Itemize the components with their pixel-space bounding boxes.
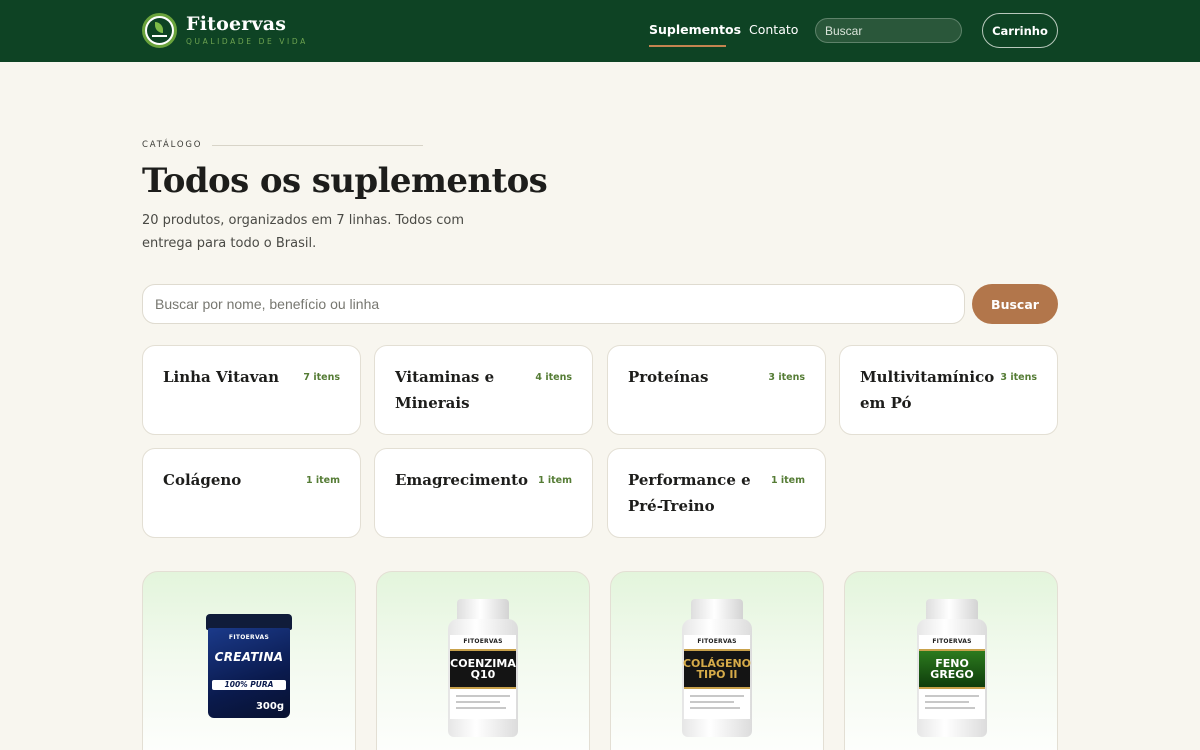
leaf-icon [147, 18, 172, 43]
category-name: Vitaminas e Minerais [395, 368, 495, 412]
product-image-coenzima-q10: FITOERVAS COENZIMA Q10 [448, 599, 518, 737]
product-label: COENZIMA Q10 [450, 649, 516, 689]
category-count: 3 itens [768, 372, 805, 383]
category-card-linha-vitavan[interactable]: Linha Vitavan 7 itens [142, 345, 361, 435]
catalog-search-button[interactable]: Buscar [972, 284, 1058, 324]
category-card-performance-e-pre-treino[interactable]: Performance e Pré-Treino 1 item [607, 448, 826, 538]
page-title: Todos os suplementos [142, 161, 548, 201]
category-name: Linha Vitavan [163, 368, 280, 386]
catalog-search-input[interactable] [142, 284, 965, 324]
label-fineprint [925, 701, 969, 703]
top-header: Fitoervas QUALIDADE DE VIDA Suplementos … [0, 0, 1200, 62]
product-weight: 300g [255, 701, 284, 712]
label-fineprint [456, 695, 510, 697]
brand-name[interactable]: Fitoervas [186, 13, 286, 35]
bottle-cap [691, 599, 743, 621]
category-count: 1 item [770, 475, 805, 486]
page-description: 20 produtos, organizados em 7 linhas. To… [142, 213, 465, 251]
label-fineprint [925, 707, 975, 709]
product-label: COLÁGENO TIPO II [683, 649, 751, 689]
category-card-vitaminas-e-minerais[interactable]: Vitaminas e Minerais 4 itens [374, 345, 593, 435]
product-label: FENO GREGO [919, 649, 985, 689]
nav-contato[interactable]: Contato [749, 22, 798, 37]
label-fineprint [456, 707, 506, 709]
product-card[interactable]: FITOERVAS COENZIMA Q10 [376, 571, 590, 750]
category-name: Multivitamínico em Pó [860, 368, 995, 412]
category-name: Colágeno [163, 471, 242, 489]
product-brand: FITOERVAS [697, 638, 737, 645]
bottle-label: FITOERVAS FENO GREGO [919, 635, 985, 719]
category-card-emagrecimento[interactable]: Emagrecimento 1 item [374, 448, 593, 538]
label-fineprint [690, 707, 740, 709]
category-card-multivitaminico-em-po[interactable]: Multivitamínico em Pó 3 itens [839, 345, 1058, 435]
label-fineprint [690, 695, 744, 697]
category-card-proteinas[interactable]: Proteínas 3 itens [607, 345, 826, 435]
bottle-label: FITOERVAS COLÁGENO TIPO II [683, 635, 751, 719]
bottle-body: FITOERVAS FENO GREGO [917, 619, 987, 737]
product-image-colageno-tipo-ii: FITOERVAS COLÁGENO TIPO II [682, 599, 752, 737]
bottle-cap [926, 599, 978, 621]
nav-active-indicator [649, 45, 726, 47]
brand-tagline: QUALIDADE DE VIDA [186, 37, 308, 46]
section-eyebrow: CATÁLOGO [142, 140, 203, 150]
product-brand: FITOERVAS [463, 638, 503, 645]
category-name: Emagrecimento [395, 471, 529, 489]
product-card[interactable]: FITOERVAS FENO GREGO [844, 571, 1058, 750]
nav-suplementos[interactable]: Suplementos [649, 22, 741, 37]
category-name: Proteínas [628, 368, 709, 386]
label-fineprint [456, 701, 500, 703]
product-brand: FITOERVAS [228, 634, 270, 641]
bottle-body: FITOERVAS COENZIMA Q10 [448, 619, 518, 737]
product-card[interactable]: FITOERVAS COLÁGENO TIPO II [610, 571, 824, 750]
category-card-colageno[interactable]: Colágeno 1 item [142, 448, 361, 538]
label-fineprint [925, 695, 979, 697]
bottle-body: FITOERVAS COLÁGENO TIPO II [682, 619, 752, 737]
category-name: Performance e Pré-Treino [628, 471, 751, 515]
product-image-feno-grego: FITOERVAS FENO GREGO [917, 599, 987, 737]
product-card[interactable]: FITOERVAS CREATINA 100% PURA 300g [142, 571, 356, 750]
product-label: CREATINA [214, 650, 284, 664]
category-count: 4 itens [535, 372, 572, 383]
label-fineprint [690, 701, 734, 703]
category-count: 1 item [305, 475, 340, 486]
header-search-input[interactable] [815, 18, 962, 43]
brand-logo[interactable] [142, 13, 177, 48]
product-sublabel: 100% PURA [224, 680, 274, 689]
category-count: 7 itens [303, 372, 340, 383]
product-image-creatina: FITOERVAS CREATINA 100% PURA 300g [206, 614, 292, 718]
eyebrow-divider [212, 145, 423, 146]
category-count: 1 item [537, 475, 572, 486]
category-count: 3 itens [1000, 372, 1037, 383]
bottle-cap [457, 599, 509, 621]
tub-body: FITOERVAS CREATINA 100% PURA 300g [208, 628, 290, 718]
bottle-label: FITOERVAS COENZIMA Q10 [450, 635, 516, 719]
cart-button[interactable]: Carrinho [982, 13, 1058, 48]
product-brand: FITOERVAS [932, 638, 972, 645]
